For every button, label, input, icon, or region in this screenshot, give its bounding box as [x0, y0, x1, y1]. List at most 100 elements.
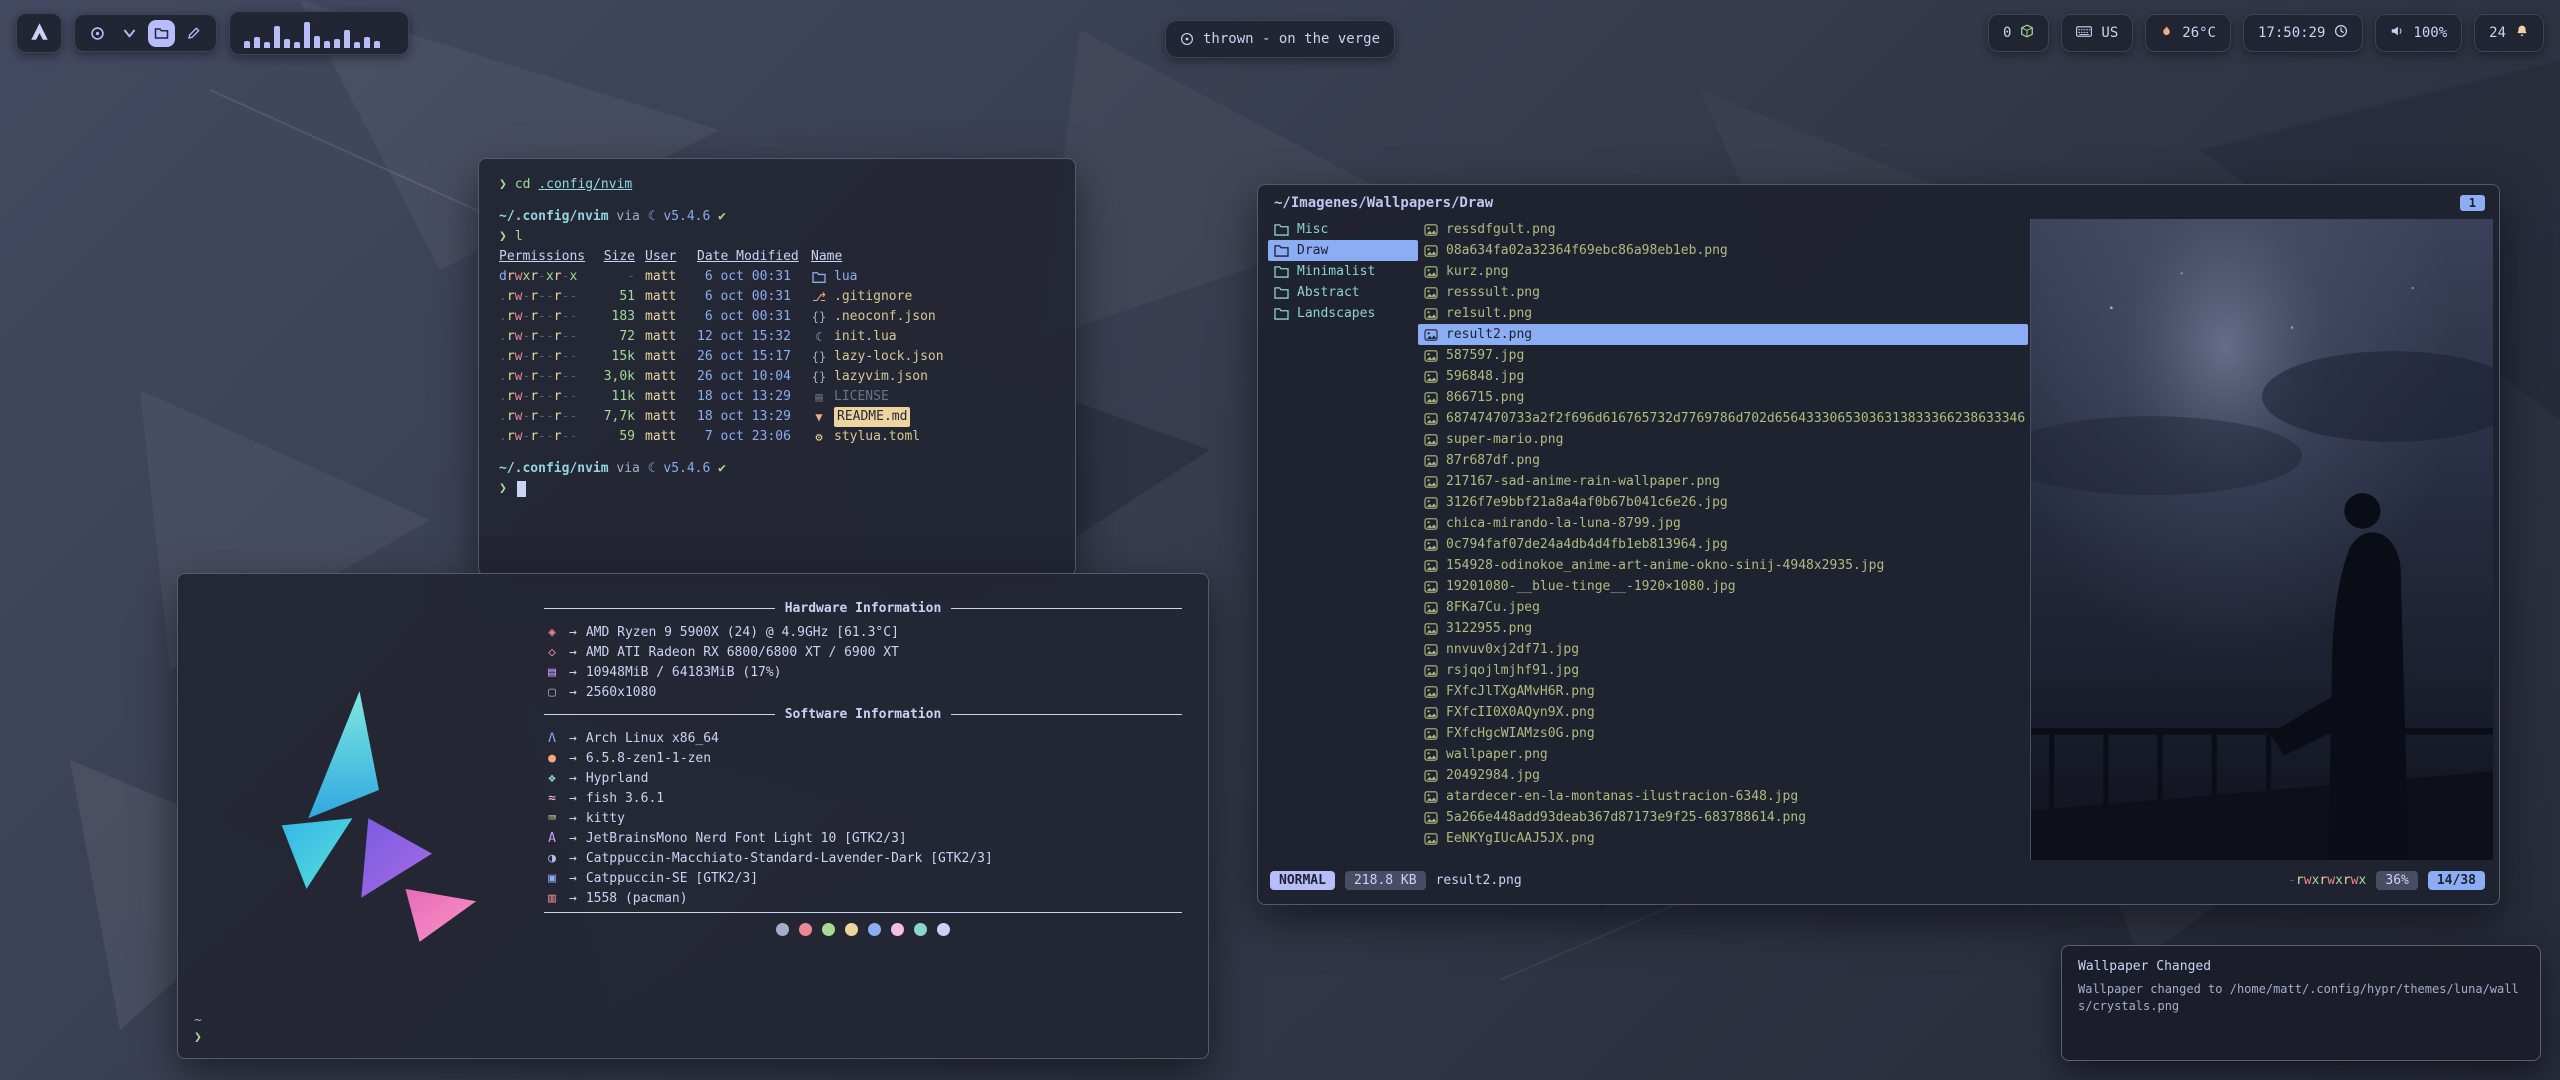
temperature-module[interactable]: 26°C [2145, 14, 2231, 52]
file-manager-window[interactable]: ~/Imagenes/Wallpapers/Draw 1 MiscDrawMin… [1257, 184, 2500, 905]
volume-module[interactable]: 100% [2375, 14, 2462, 52]
file-row[interactable]: 19201080-__blue-tinge__-1920×1080.jpg [1418, 576, 2028, 597]
keyboard-icon [2076, 25, 2092, 41]
file-row[interactable]: 08a634fa02a32364f69ebc86a98eb1eb.png [1418, 240, 2028, 261]
file-row[interactable]: 0c794faf07de24a4db4d4fb1eb813964.jpg [1418, 534, 2028, 555]
image-file-icon [1424, 518, 1438, 530]
file-row[interactable]: 217167-sad-anime-rain-wallpaper.png [1418, 471, 2028, 492]
sidebar-dir-abstract[interactable]: Abstract [1268, 282, 1418, 303]
terminal-cursor [517, 481, 526, 497]
music-player-module[interactable]: thrown - on the verge [1165, 20, 1395, 58]
tab-indicator[interactable]: 1 [2460, 195, 2485, 211]
visualizer-bar [334, 39, 340, 48]
sidebar-dir-draw[interactable]: Draw [1268, 240, 1418, 261]
prompt-icon: ❯ [499, 175, 507, 195]
image-file-icon [1424, 329, 1438, 341]
visualizer-bar [264, 42, 270, 48]
shell-prompt[interactable]: ~ ❯ [194, 1012, 210, 1046]
kernel-line: ●→6.5.8-zen1-1-zen [544, 748, 1182, 768]
file-row[interactable]: FXfcHgcWIAMzs0G.png [1418, 723, 2028, 744]
file-row[interactable]: 3126f7e9bbf21a8a4af0b67b041c6e26.jpg [1418, 492, 2028, 513]
file-row[interactable]: re1sult.png [1418, 303, 2028, 324]
selected-filename: result2.png [1436, 873, 1522, 888]
arrow-icon: → [569, 645, 577, 660]
resolution-line: ▢→2560x1080 [544, 682, 1182, 702]
arrow-icon: → [569, 751, 577, 766]
sidebar-dir-landscapes[interactable]: Landscapes [1268, 303, 1418, 324]
file-row[interactable]: 866715.png [1418, 387, 2028, 408]
prompt-icon: ❯ [194, 1029, 202, 1046]
filesize-badge: 218.8 KB [1345, 871, 1426, 890]
terminal-icon: ⌨ [544, 811, 560, 826]
file-manager-header: ~/Imagenes/Wallpapers/Draw 1 [1258, 185, 2499, 215]
wm-icon: ❖ [544, 771, 560, 786]
file-manager-body: MiscDrawMinimalistAbstractLandscapes res… [1258, 215, 2499, 862]
app-launcher-button[interactable] [16, 13, 62, 53]
file-row[interactable]: 68747470733a2f2f696d616765732d7769786d70… [1418, 408, 2028, 429]
file-row[interactable]: 596848.jpg [1418, 366, 2028, 387]
position-badge: 14/38 [2428, 871, 2485, 890]
arrow-icon: → [569, 871, 577, 886]
hardware-section-title: Hardware Information [544, 598, 1182, 618]
file-row[interactable]: nnvuv0xj2df71.jpg [1418, 639, 2028, 660]
file-row[interactable]: 3122955.png [1418, 618, 2028, 639]
command: l [515, 227, 523, 247]
file-row[interactable]: 20492984.jpg [1418, 765, 2028, 786]
cpu-line: ◈→AMD Ryzen 9 5900X (24) @ 4.9GHz [61.3°… [544, 622, 1182, 642]
file-row[interactable]: result2.png [1418, 324, 2028, 345]
workspace-pen-icon[interactable] [180, 20, 207, 47]
keyboard-layout-module[interactable]: US [2061, 14, 2133, 52]
file-row[interactable]: ressdfgult.png [1418, 219, 2028, 240]
check-icon: ✔ [718, 207, 726, 227]
command-line: ❯cd .config/nvim [499, 175, 1055, 195]
file-row[interactable]: EeNKYgIUcAAJ5JX.png [1418, 828, 2028, 849]
file-row[interactable]: rsjqojlmjhf91.jpg [1418, 660, 2028, 681]
file-row[interactable]: 5a266e448add93deab367d87173e9f25-6837886… [1418, 807, 2028, 828]
file-row[interactable]: atardecer-en-la-montanas-ilustracion-634… [1418, 786, 2028, 807]
notification-popup[interactable]: Wallpaper Changed Wallpaper changed to /… [2061, 945, 2541, 1061]
image-file-icon [1424, 476, 1438, 488]
file-row[interactable]: chica-mirando-la-luna-8799.jpg [1418, 513, 2028, 534]
image-file-icon [1424, 770, 1438, 782]
file-entry: .rw-r--r--183matt 6 oct 00:31{}.neoconf.… [499, 307, 1055, 327]
input-line[interactable]: ❯ [499, 479, 1055, 499]
sidebar-dir-minimalist[interactable]: Minimalist [1268, 261, 1418, 282]
workspace-chevron-icon[interactable] [116, 20, 143, 47]
breadcrumb-path: ~/Imagenes/Wallpapers/Draw [1274, 195, 1493, 211]
font-line: A→JetBrainsMono Nerd Font Light 10 [GTK2… [544, 828, 1182, 848]
workspace-folder-icon[interactable] [148, 20, 175, 47]
file-row[interactable]: resssult.png [1418, 282, 2028, 303]
visualizer-bar [294, 42, 300, 48]
image-file-icon [1424, 245, 1438, 257]
image-file-icon [1424, 791, 1438, 803]
image-file-icon [1424, 623, 1438, 635]
notifications-module[interactable]: 24 [2474, 14, 2544, 52]
file-row[interactable]: 154928-odinokoe_anime-art-anime-okno-sin… [1418, 555, 2028, 576]
font-icon: A [544, 831, 560, 846]
moon-icon: ☾ [648, 459, 656, 479]
status-bar: NORMAL 218.8 KB result2.png -rwxrwxrwx 3… [1258, 862, 2499, 904]
folder-icon [1274, 286, 1289, 299]
system-info-window[interactable]: Hardware Information ◈→AMD Ryzen 9 5900X… [177, 573, 1209, 1059]
file-row[interactable]: 8FKa7Cu.jpeg [1418, 597, 2028, 618]
workspace-circle-icon[interactable] [84, 20, 111, 47]
clock-module[interactable]: 17:50:29 [2243, 14, 2363, 52]
visualizer-bar [364, 37, 370, 48]
system-info: Hardware Information ◈→AMD Ryzen 9 5900X… [514, 596, 1182, 1036]
file-row[interactable]: 587597.jpg [1418, 345, 2028, 366]
audio-visualizer [229, 11, 409, 55]
arrow-icon: → [569, 731, 577, 746]
file-row[interactable]: super-mario.png [1418, 429, 2028, 450]
packages-icon: ▥ [544, 891, 560, 906]
file-row[interactable]: wallpaper.png [1418, 744, 2028, 765]
updates-module[interactable]: 0 [1988, 14, 2049, 52]
file-row[interactable]: kurz.png [1418, 261, 2028, 282]
sidebar-dir-misc[interactable]: Misc [1268, 219, 1418, 240]
image-file-icon [1424, 728, 1438, 740]
file-row[interactable]: FXfcJlTXgAMvH6R.png [1418, 681, 2028, 702]
terminal-window[interactable]: ❯cd .config/nvim ~/.config/nvim via ☾ v5… [478, 158, 1076, 576]
file-row[interactable]: FXfcII0X0AQyn9X.png [1418, 702, 2028, 723]
scroll-percent-badge: 36% [2376, 871, 2417, 890]
file-row[interactable]: 87r687df.png [1418, 450, 2028, 471]
flame-icon [2160, 24, 2173, 42]
